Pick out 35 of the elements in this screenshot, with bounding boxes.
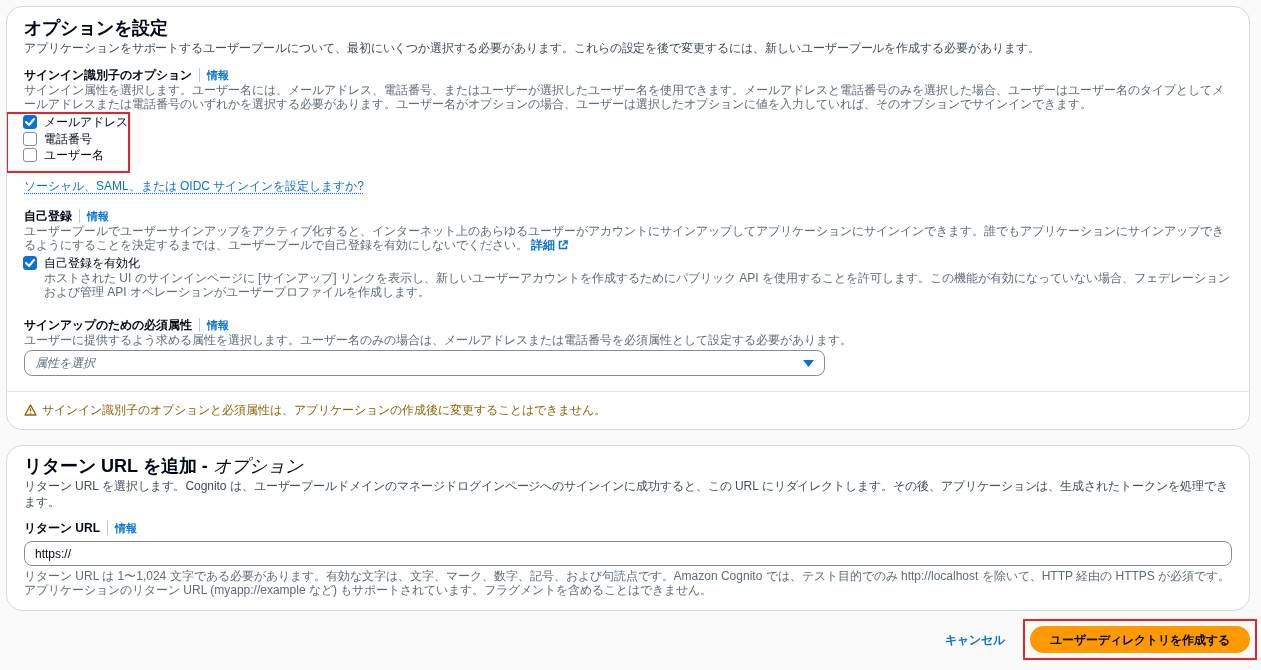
section-description: アプリケーションをサポートするユーザープールについて、最初にいくつか選択する必要があります。これらの設定を後で変更するには、新しいユーザープールを作成する必要があります。 xyxy=(24,40,1041,56)
help-text: リターン URL は 1〜1,024 文字である必要があります。有効な文字は、文字、マーク、数字、記号、および句読点です。Amazon Cognito では、テスト目的でのみ http://localhost を除いて、HTTP 経由の HTTPS が必須です。アプリケーションのリターン URL (myapp://example など) もサポートされています。フラグメントを含めることはできません。 xyxy=(24,569,1232,597)
section-title: オプションを設定 xyxy=(24,17,168,40)
field-label: サインイン識別子のオプション xyxy=(24,67,192,83)
checkbox-label[interactable]: ユーザー名 xyxy=(44,147,104,164)
help-text: ユーザーに提供するよう求める属性を選択します。ユーザー名のみの場合は、メールアドレスまたは電話番号を必須属性として設定する必要があります。 xyxy=(24,333,853,347)
select-field[interactable]: 属性を選択 xyxy=(24,350,825,376)
checkbox[interactable] xyxy=(23,148,37,163)
info-link[interactable]: 情報 xyxy=(87,207,109,224)
checkbox[interactable] xyxy=(23,115,37,130)
info-link[interactable]: 情報 xyxy=(115,520,137,536)
help-text: サインイン属性を選択します。ユーザー名には、メールアドレス、電話番号、またはユーザーが選択したユーザー名を使用できます。メールアドレスと電話番号のみを選択した場合、ユーザーはユーザー名のタイプとしてメールアドレスまたは電話番号のいずれかを選択する必要があります。ユーザー名がオプションの場合、ユーザーは選択したオプションに値を入力していれば、そのオプションでサインインできます。 xyxy=(24,83,1225,111)
info-link[interactable]: 情報 xyxy=(207,67,229,83)
external-link-icon xyxy=(558,239,568,250)
info-link[interactable]: 情報 xyxy=(207,317,229,333)
field-label: サインアップのための必須属性 xyxy=(24,317,192,333)
checkbox-label[interactable]: 自己登録を有効化 xyxy=(44,254,140,271)
caret-icon xyxy=(803,359,814,367)
checkbox[interactable] xyxy=(23,255,37,270)
social-signin-link[interactable]: ソーシャル、SAML、または OIDC サインインを設定しますか? xyxy=(24,177,365,194)
checkbox-label[interactable]: メールアドレス xyxy=(44,114,128,131)
section-description: リターン URL を選択します。Cognito は、ユーザープールドメインのマネージドログインページへのサインインに成功すると、この URL にリダイレクトします。その後、アプリケーションは、生成されたトークンを処理できます。 xyxy=(24,478,1229,510)
url-input-field[interactable]: https:// xyxy=(24,541,1232,566)
option-description: ホストされた UI のサインインページに [サインアップ] リンクを表示し、新しいユーザーアカウントを作成するためにパブリック API を使用することを許可します。この機能が有効になっていない場合、フェデレーションおよび管理 API オペレーションがユーザープロファイルを作成します。 xyxy=(43,271,1231,299)
warning-text: サインイン識別子のオプションと必須属性は、アプリケーションの作成後に変更することはできません。 xyxy=(42,402,606,418)
cancel-link[interactable]: キャンセル xyxy=(945,630,1005,649)
field-label: 自己登録 xyxy=(24,207,72,224)
help-text: ユーザープールでユーザーサインアップをアクティブ化すると、インターネット上のあらゆるユーザーがアカウントにサインアップしてアプリケーションにサインインできます。誰でもアプリケーションにサインアップできるようにすることを決定するまでは、ユーザープールで自己登録を有効にしないでください。 詳細 xyxy=(24,223,1225,252)
learn-more-link[interactable]: 詳細 xyxy=(531,237,568,252)
checkbox[interactable] xyxy=(23,131,37,146)
warning-icon xyxy=(24,404,37,416)
create-button[interactable]: ユーザーディレクトリを作成する xyxy=(1030,626,1250,653)
section-title: リターン URL を追加 - オプション xyxy=(24,455,303,478)
field-label: リターン URL xyxy=(24,520,100,536)
checkbox-label[interactable]: 電話番号 xyxy=(44,130,92,147)
